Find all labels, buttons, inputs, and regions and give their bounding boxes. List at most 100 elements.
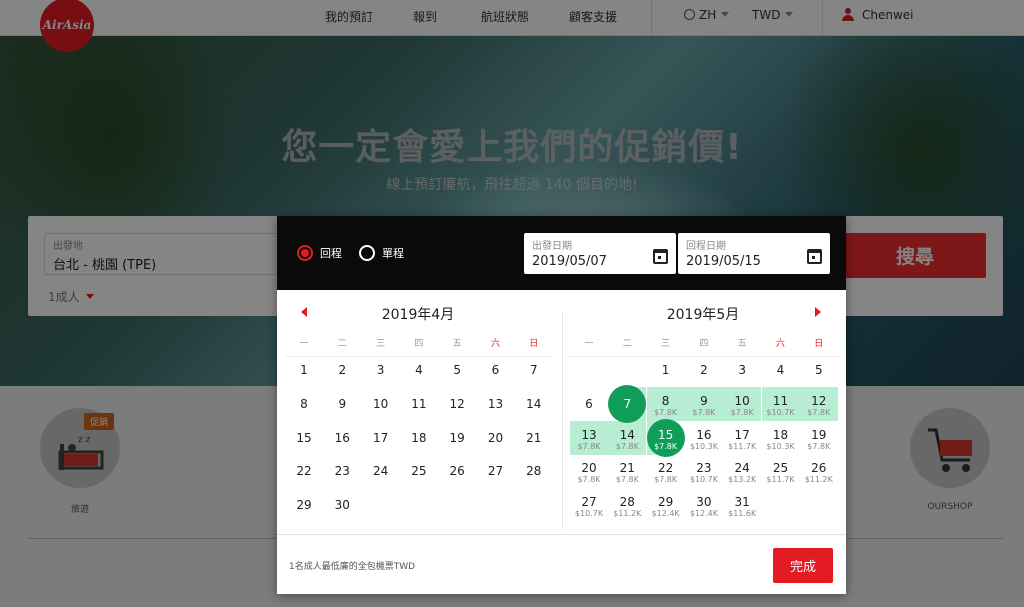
day-cell[interactable]: 11 $10.7K xyxy=(761,386,800,421)
day-cell[interactable]: 21 xyxy=(515,421,553,455)
day-cell[interactable]: 3 xyxy=(723,353,761,387)
day-number: 4 xyxy=(415,363,423,377)
day-cell[interactable]: 13 $7.8K xyxy=(570,420,608,455)
weekday-header: 四 xyxy=(414,339,424,349)
day-cell[interactable]: 25 xyxy=(400,454,438,488)
day-cell[interactable]: 29 $12.4K xyxy=(647,488,685,522)
day-cell[interactable]: 9 $7.8K xyxy=(684,386,723,421)
day-cell[interactable]: 14 xyxy=(515,387,553,421)
day-number: 28 xyxy=(619,495,635,510)
day-cell[interactable]: 16 $10.3K xyxy=(685,421,723,455)
day-number: 5 xyxy=(453,363,461,377)
day-price: $7.8K xyxy=(654,407,678,417)
day-cell[interactable]: 9 xyxy=(323,387,361,421)
day-cell[interactable]: 26 $11.2K xyxy=(800,454,838,488)
day-price: $7.8K xyxy=(692,407,716,417)
day-cell[interactable]: 13 xyxy=(477,387,515,421)
day-cell[interactable]: 20 xyxy=(477,421,515,455)
day-price: $11.6K xyxy=(728,509,757,519)
day-cell[interactable]: 18 $10.3K xyxy=(762,421,800,455)
day-cell[interactable]: 2 xyxy=(323,353,361,387)
day-cell[interactable]: 23 $10.7K xyxy=(685,454,723,488)
day-number: 18 xyxy=(411,430,427,445)
day-cell[interactable]: 21 $7.8K xyxy=(608,454,646,488)
day-cell[interactable]: 19 xyxy=(438,421,476,455)
day-cell[interactable]: 23 xyxy=(323,454,361,488)
day-cell[interactable]: 22 xyxy=(285,454,323,488)
day-cell[interactable]: 4 xyxy=(762,353,800,387)
day-cell[interactable]: 27 $10.7K xyxy=(570,488,608,522)
day-number: 2 xyxy=(338,363,347,377)
day-number: 28 xyxy=(526,464,542,479)
day-cell[interactable]: 3 xyxy=(362,353,400,387)
day-cell[interactable]: 4 xyxy=(400,353,438,387)
day-number: 11 xyxy=(772,393,789,408)
day-cell[interactable]: 20 $7.8K xyxy=(570,454,608,488)
day-price: $7.8K xyxy=(577,441,601,451)
selected-day-cell[interactable]: 15 $7.8K xyxy=(646,418,685,457)
prev-month-arrow[interactable] xyxy=(301,307,307,317)
day-cell[interactable]: 28 xyxy=(515,454,553,488)
day-cell[interactable]: 12 xyxy=(438,387,476,421)
weekday-header: 三 xyxy=(661,339,671,349)
weekday-header: 一 xyxy=(299,339,309,349)
day-cell[interactable]: 31 $11.6K xyxy=(723,488,761,522)
day-cell[interactable]: 2 xyxy=(685,353,723,387)
trip-type-return[interactable]: 回程 xyxy=(297,245,342,261)
day-cell[interactable]: 10 xyxy=(362,387,400,421)
weekday-header: 二 xyxy=(622,339,632,349)
day-number: 18 xyxy=(772,427,789,442)
day-number: 12 xyxy=(811,393,827,408)
weekday-header: 六 xyxy=(490,339,500,349)
day-cell[interactable]: 17 xyxy=(362,421,400,455)
selected-day-cell[interactable]: 7 xyxy=(608,384,647,423)
day-cell[interactable]: 1 xyxy=(285,353,323,387)
day-number: 27 xyxy=(487,464,504,479)
day-cell[interactable]: 8 xyxy=(285,387,323,421)
day-cell[interactable]: 12 $7.8K xyxy=(799,386,838,421)
next-month-arrow[interactable] xyxy=(815,307,821,317)
day-cell[interactable]: 19 $7.8K xyxy=(800,421,838,455)
day-number: 31 xyxy=(734,495,750,510)
depart-date-field[interactable]: 出發日期 2019/05/07 xyxy=(524,233,676,274)
day-cell[interactable]: 30 $12.4K xyxy=(685,488,723,522)
day-cell[interactable]: 26 xyxy=(438,454,476,488)
day-price: $10.7K xyxy=(574,509,604,519)
day-cell[interactable]: 6 xyxy=(477,353,515,387)
done-button[interactable]: 完成 xyxy=(773,548,833,583)
day-cell[interactable]: 8 $7.8K xyxy=(646,386,685,421)
day-cell[interactable]: 24 xyxy=(362,454,400,488)
day-cell[interactable]: 1 xyxy=(647,353,685,387)
day-cell[interactable]: 5 xyxy=(800,353,838,387)
day-price: $7.8K xyxy=(615,475,639,485)
day-cell[interactable]: 14 $7.8K xyxy=(608,420,647,455)
trip-type-one-way[interactable]: 單程 xyxy=(359,245,404,261)
day-cell[interactable]: 27 xyxy=(477,454,515,488)
day-cell[interactable]: 25 $11.7K xyxy=(762,454,800,488)
day-number: 13 xyxy=(487,396,504,411)
day-cell[interactable]: 17 $11.7K xyxy=(723,421,761,455)
day-cell[interactable]: 7 xyxy=(515,353,553,387)
day-cell[interactable]: 10 $7.8K xyxy=(723,386,762,421)
day-cell[interactable]: 24 $13.2K xyxy=(723,454,761,488)
day-cell[interactable]: 29 xyxy=(285,488,323,522)
day-cell[interactable]: 28 $11.2K xyxy=(608,488,646,522)
return-date-label: 回程日期 xyxy=(686,241,726,252)
day-cell[interactable]: 15 xyxy=(285,421,323,455)
day-number: 23 xyxy=(696,461,712,476)
day-cell[interactable]: 18 xyxy=(400,421,438,455)
day-number: 21 xyxy=(526,430,542,445)
calendar-icon xyxy=(807,249,822,264)
day-price: $10.7K xyxy=(766,407,795,417)
day-number: 15 xyxy=(657,427,674,442)
day-cell[interactable]: 16 xyxy=(323,421,361,455)
day-price: $7.8K xyxy=(730,407,754,417)
day-cell[interactable]: 30 xyxy=(323,488,361,522)
day-cell[interactable]: 22 $7.8K xyxy=(647,454,685,488)
day-number: 26 xyxy=(449,464,465,479)
return-date-field[interactable]: 回程日期 2019/05/15 xyxy=(678,233,830,274)
day-number: 16 xyxy=(334,430,350,445)
day-cell[interactable]: 6 xyxy=(570,387,608,421)
day-cell[interactable]: 5 xyxy=(438,353,476,387)
day-cell[interactable]: 11 xyxy=(400,387,438,421)
